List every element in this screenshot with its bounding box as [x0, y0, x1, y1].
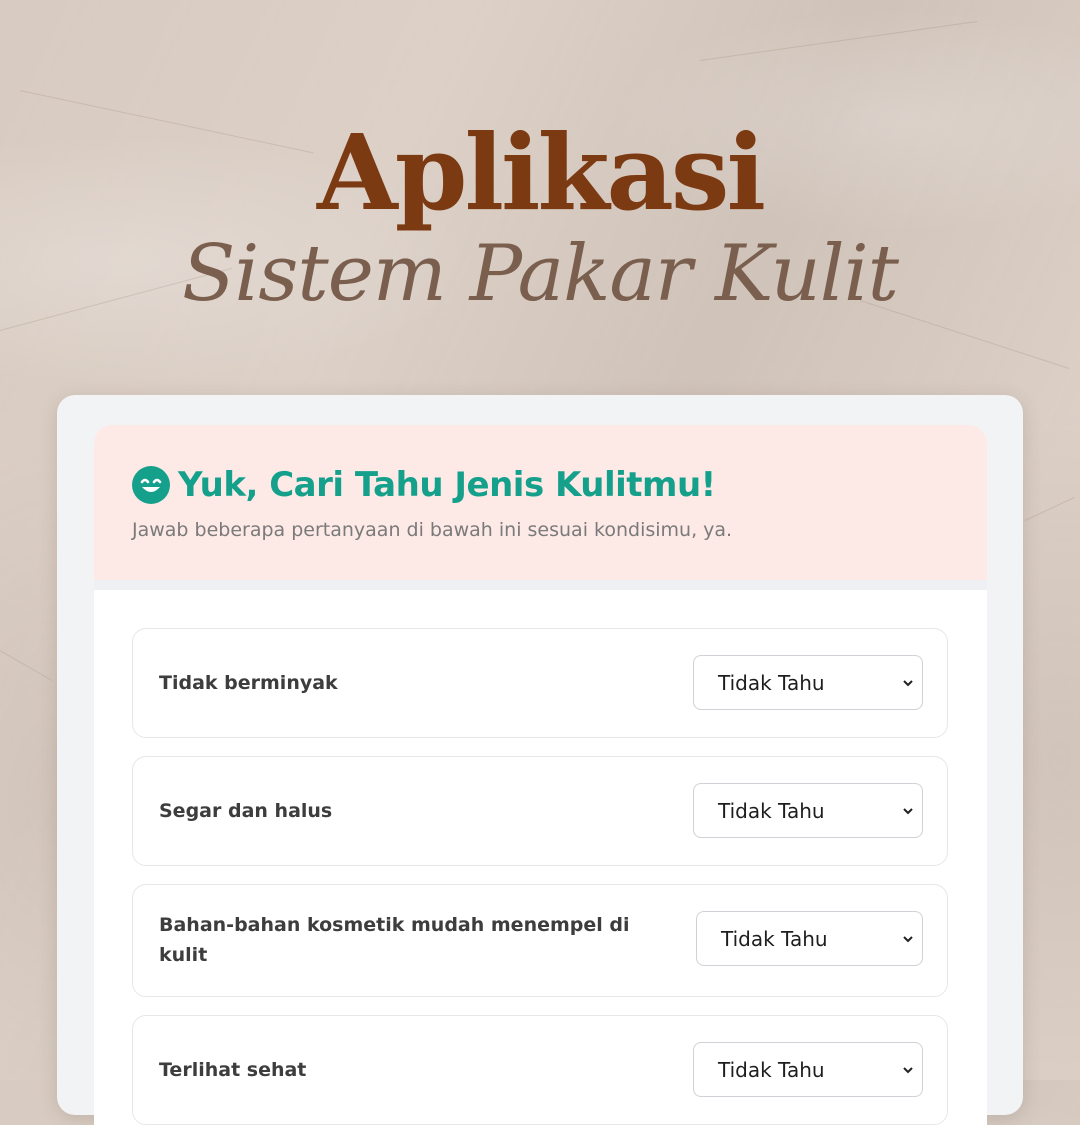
form-hero: Yuk, Cari Tahu Jenis Kulitmu! Jawab bebe… [94, 425, 987, 590]
answer-select[interactable]: Tidak Tahu [696, 911, 923, 966]
question-label: Terlihat sehat [159, 1059, 307, 1081]
paper-crease [0, 650, 53, 681]
chevron-down-icon [903, 936, 913, 943]
chevron-down-icon [903, 808, 913, 815]
answer-select[interactable]: Tidak Tahu [693, 1042, 923, 1097]
answer-select[interactable]: Tidak Tahu [693, 783, 923, 838]
app-subtitle: Sistem Pakar Kulit [181, 229, 899, 319]
paper-crease [1024, 496, 1076, 521]
chevron-down-icon [903, 680, 913, 687]
app-header: Aplikasi Sistem Pakar Kulit [0, 118, 1080, 320]
question-label: Segar dan halus [159, 800, 333, 822]
paper-crease [699, 21, 978, 61]
answer-select-value: Tidak Tahu [718, 671, 825, 695]
answer-select-value: Tidak Tahu [718, 799, 825, 823]
question-row: Tidak berminyak Tidak Tahu [132, 628, 948, 738]
answer-select-value: Tidak Tahu [718, 1058, 825, 1082]
question-label: Tidak berminyak [159, 672, 338, 694]
question-row: Terlihat sehat Tidak Tahu [132, 1015, 948, 1125]
question-row: Segar dan halus Tidak Tahu [132, 756, 948, 866]
form-card: Yuk, Cari Tahu Jenis Kulitmu! Jawab bebe… [57, 395, 1023, 1125]
form-description: Jawab beberapa pertanyaan di bawah ini s… [132, 519, 733, 541]
form-panel: Yuk, Cari Tahu Jenis Kulitmu! Jawab bebe… [94, 425, 987, 1125]
smile-icon [132, 466, 170, 504]
form-heading-row: Yuk, Cari Tahu Jenis Kulitmu! [132, 463, 716, 507]
form-heading: Yuk, Cari Tahu Jenis Kulitmu! [178, 465, 716, 505]
answer-select-value: Tidak Tahu [721, 927, 828, 951]
answer-select[interactable]: Tidak Tahu [693, 655, 923, 710]
question-row: Bahan-bahan kosmetik mudah menempel di k… [132, 884, 948, 997]
question-label: Bahan-bahan kosmetik mudah menempel di k… [159, 914, 630, 966]
chevron-down-icon [903, 1067, 913, 1074]
app-title: Aplikasi [317, 111, 766, 234]
